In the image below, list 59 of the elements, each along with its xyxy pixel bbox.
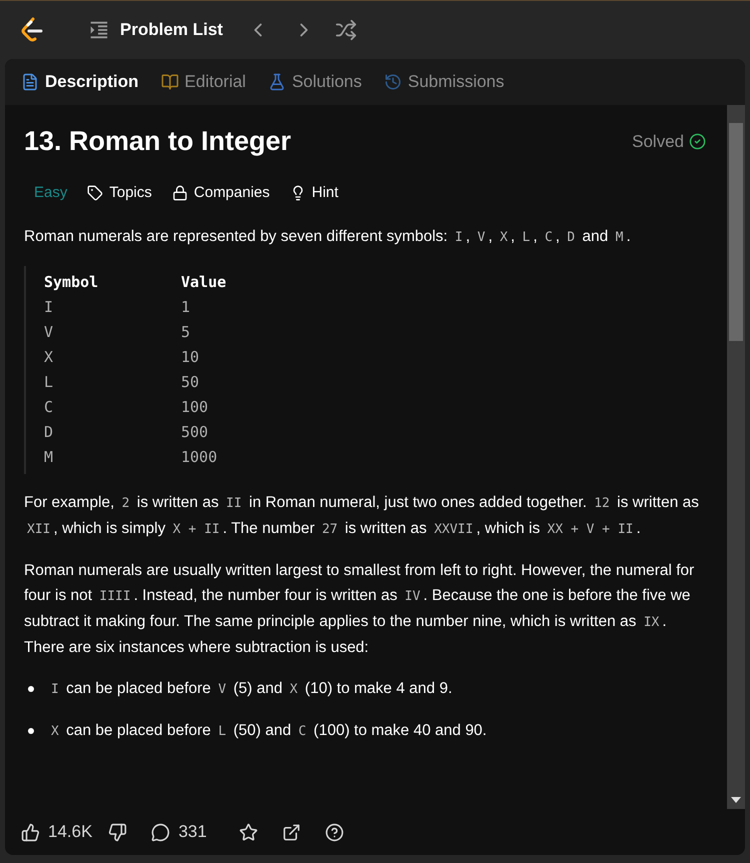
shuffle-icon bbox=[334, 19, 357, 41]
bullet-icon bbox=[28, 686, 34, 692]
paragraph: Roman numerals are represented by seven different symbols: I , V , X , L , C , D and M . bbox=[24, 227, 632, 247]
comments-button[interactable]: 331 bbox=[151, 819, 207, 845]
bullet-icon bbox=[28, 728, 34, 734]
difficulty-label: Easy bbox=[34, 182, 68, 202]
help-button[interactable] bbox=[324, 822, 344, 842]
book-icon bbox=[160, 73, 179, 91]
table-cell-text: X bbox=[44, 347, 54, 368]
thumbs-up-icon bbox=[21, 822, 40, 842]
tag-button[interactable]: Companies bbox=[172, 182, 270, 204]
check-circle-icon bbox=[689, 132, 706, 150]
table-cell-text: I bbox=[44, 297, 54, 318]
lock-icon bbox=[172, 184, 188, 201]
paragraph: Roman numerals are usually written largest to smallest from left to right. However, the numeral for four is not IIII . Instead, the number four is written as IV . Because the one is before the five we subtract it making four. The same principle applies to the number nine, which is written as IX . There are six instances where subtraction is used: bbox=[24, 561, 696, 658]
paragraph: For example, 2 is written as II in Roman numeral, just two ones added together. 12 is written as XII , which is simply X + II . The number 27 is written as XXVII , which is XX + V + II . bbox=[24, 493, 700, 539]
table-cell-text: 10 bbox=[181, 347, 200, 368]
table-cell-text: L bbox=[44, 372, 54, 393]
table-cell-text: 5 bbox=[181, 322, 190, 343]
document-icon bbox=[21, 73, 39, 91]
table-cell-text: 1 bbox=[181, 297, 190, 318]
thumbs-down-icon bbox=[108, 822, 128, 842]
external-link-icon bbox=[282, 822, 301, 842]
panel-tab[interactable]: Editorial bbox=[160, 69, 246, 95]
table-cell-text: V bbox=[44, 322, 54, 343]
history-icon bbox=[384, 73, 402, 91]
help-icon bbox=[324, 822, 344, 842]
scroll-down-icon[interactable] bbox=[731, 797, 741, 803]
star-icon bbox=[238, 822, 258, 842]
panel-tab[interactable]: Description bbox=[21, 69, 139, 95]
table-cell-text: 50 bbox=[181, 372, 200, 393]
list-item: X can be placed before L (50) and C (100) to make 40 and 90. bbox=[50, 721, 487, 741]
table-cell-text: M bbox=[44, 447, 54, 468]
table-cell-text: 500 bbox=[181, 422, 208, 443]
problem-title: 13. Roman to Integer bbox=[24, 125, 292, 158]
dislike-button[interactable] bbox=[108, 822, 128, 842]
panel-tab[interactable]: Submissions bbox=[384, 69, 504, 95]
like-button[interactable]: 14.6K bbox=[21, 819, 92, 845]
tag-button[interactable]: Topics bbox=[87, 182, 152, 204]
problem-list-button[interactable]: Problem List bbox=[88, 17, 223, 43]
list-item: I can be placed before V (5) and X (10) to make 4 and 9. bbox=[50, 679, 452, 699]
favorite-button[interactable] bbox=[238, 822, 258, 842]
tag-button[interactable]: Hint bbox=[290, 182, 338, 204]
flask-icon bbox=[268, 73, 286, 91]
tag-icon bbox=[87, 184, 104, 201]
share-button[interactable] bbox=[282, 822, 301, 842]
table-cell-text: 100 bbox=[181, 397, 208, 418]
table-cell-text: C bbox=[44, 397, 54, 418]
panel-tab[interactable]: Solutions bbox=[268, 69, 362, 95]
column-heading: Value bbox=[181, 272, 228, 293]
column-heading: Symbol bbox=[44, 272, 100, 293]
solved-status: Solved bbox=[632, 130, 684, 152]
scrollbar[interactable] bbox=[727, 105, 745, 809]
speech-bubble-icon bbox=[151, 822, 170, 842]
shuffle-button[interactable] bbox=[334, 19, 357, 41]
scrollbar-thumb[interactable] bbox=[729, 123, 743, 341]
table-cell-text: 1000 bbox=[181, 447, 218, 468]
list-indent-icon bbox=[88, 19, 110, 41]
table-cell-text: D bbox=[44, 422, 54, 443]
